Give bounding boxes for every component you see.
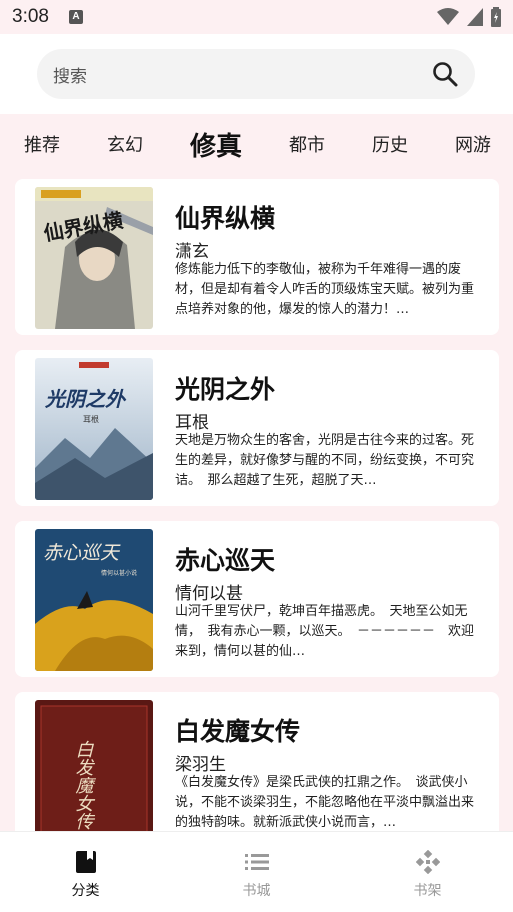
book-title: 光阴之外 xyxy=(175,375,276,404)
status-time: 3:08 xyxy=(12,6,49,27)
tab-xiuzhen[interactable]: 修真 xyxy=(190,126,242,163)
cover-title-text: 光阴之外 xyxy=(44,387,127,411)
status-bar: 3:08 A xyxy=(0,0,513,34)
nav-item-category[interactable]: 分类 xyxy=(0,832,171,912)
book-description: 天地是万物众生的客舍，光阴是古往今来的过客。死生的差异，就好像梦与醒的不同，纷纭… xyxy=(175,433,475,488)
tab-fantasy[interactable]: 玄幻 xyxy=(107,131,143,157)
gamepad-icon xyxy=(415,850,440,874)
cover-author-text: 情何以甚小说 xyxy=(101,569,137,577)
tab-history[interactable]: 历史 xyxy=(372,131,408,157)
book-cover[interactable]: 白发魔女传 xyxy=(35,700,153,842)
signal-icon xyxy=(467,8,483,26)
search-area: 搜索 xyxy=(0,34,513,114)
nav-label-bookstore: 书城 xyxy=(242,883,271,899)
book-description: 修炼能力低下的李敬仙，被称为千年难得一遇的废材，但是却有着令人咋舌的顶级炼宝天赋… xyxy=(175,262,475,317)
status-icons xyxy=(437,7,501,27)
book-title: 仙界纵横 xyxy=(175,204,276,233)
cover-title-text: 赤心巡天 xyxy=(43,542,121,564)
book-description: 山河千里写伏尸，乾坤百年描恶虎。 天地至公如无情， 我有赤心一颗，以巡天。 －－… xyxy=(175,604,475,659)
nav-label-category: 分类 xyxy=(71,883,100,899)
tab-recommend[interactable]: 推荐 xyxy=(24,131,60,157)
search-icon[interactable] xyxy=(431,60,459,88)
wifi-icon xyxy=(437,8,459,25)
nav-item-bookstore[interactable]: 书城 xyxy=(171,832,342,912)
book-title: 赤心巡天 xyxy=(175,546,276,575)
nav-item-bookshelf[interactable]: 书架 xyxy=(342,832,513,912)
book-description: 《白发魔女传》是梁氏武侠的扛鼎之作。 谈武侠小说，不能不谈梁羽生，不能忽略他在平… xyxy=(175,775,475,830)
book-card[interactable]: 光阴之外 耳根 光阴之外 耳根 天地是万物众生的客舍，光阴是古往今来的过客。死生… xyxy=(15,350,499,506)
search-placeholder: 搜索 xyxy=(53,66,87,87)
notification-icon: A xyxy=(68,10,83,24)
book-author: 情何以甚 xyxy=(175,584,243,604)
category-tabs: 推荐 玄幻 修真 都市 历史 网游 xyxy=(0,114,513,174)
tab-online-game[interactable]: 网游 xyxy=(455,131,491,157)
tab-urban[interactable]: 都市 xyxy=(289,131,325,157)
bottom-nav: 分类 书城 书架 xyxy=(0,831,513,912)
book-cover[interactable]: 赤心巡天 情何以甚小说 xyxy=(35,529,153,671)
cover-author-text: 耳根 xyxy=(83,414,99,424)
list-icon xyxy=(244,850,269,874)
battery-icon xyxy=(491,7,501,27)
book-icon xyxy=(74,850,98,874)
cover-title-text: 白发魔女传 xyxy=(73,740,94,830)
book-author: 梁羽生 xyxy=(175,755,226,775)
book-title: 白发魔女传 xyxy=(175,717,301,746)
book-author: 耳根 xyxy=(175,413,209,433)
nav-label-bookshelf: 书架 xyxy=(413,883,442,899)
book-card[interactable]: 赤心巡天 情何以甚小说 赤心巡天 情何以甚 山河千里写伏尸，乾坤百年描恶虎。 天… xyxy=(15,521,499,677)
book-card[interactable]: 白发魔女传 白发魔女传 梁羽生 《白发魔女传》是梁氏武侠的扛鼎之作。 谈武侠小说… xyxy=(15,692,499,848)
book-cover[interactable]: 仙界纵横 xyxy=(35,187,153,329)
book-cover[interactable]: 光阴之外 耳根 xyxy=(35,358,153,500)
search-input[interactable]: 搜索 xyxy=(37,49,475,99)
book-card[interactable]: 仙界纵横 仙界纵横 潇玄 修炼能力低下的李敬仙，被称为千年难得一遇的废材，但是却… xyxy=(15,179,499,335)
book-author: 潇玄 xyxy=(175,242,209,262)
